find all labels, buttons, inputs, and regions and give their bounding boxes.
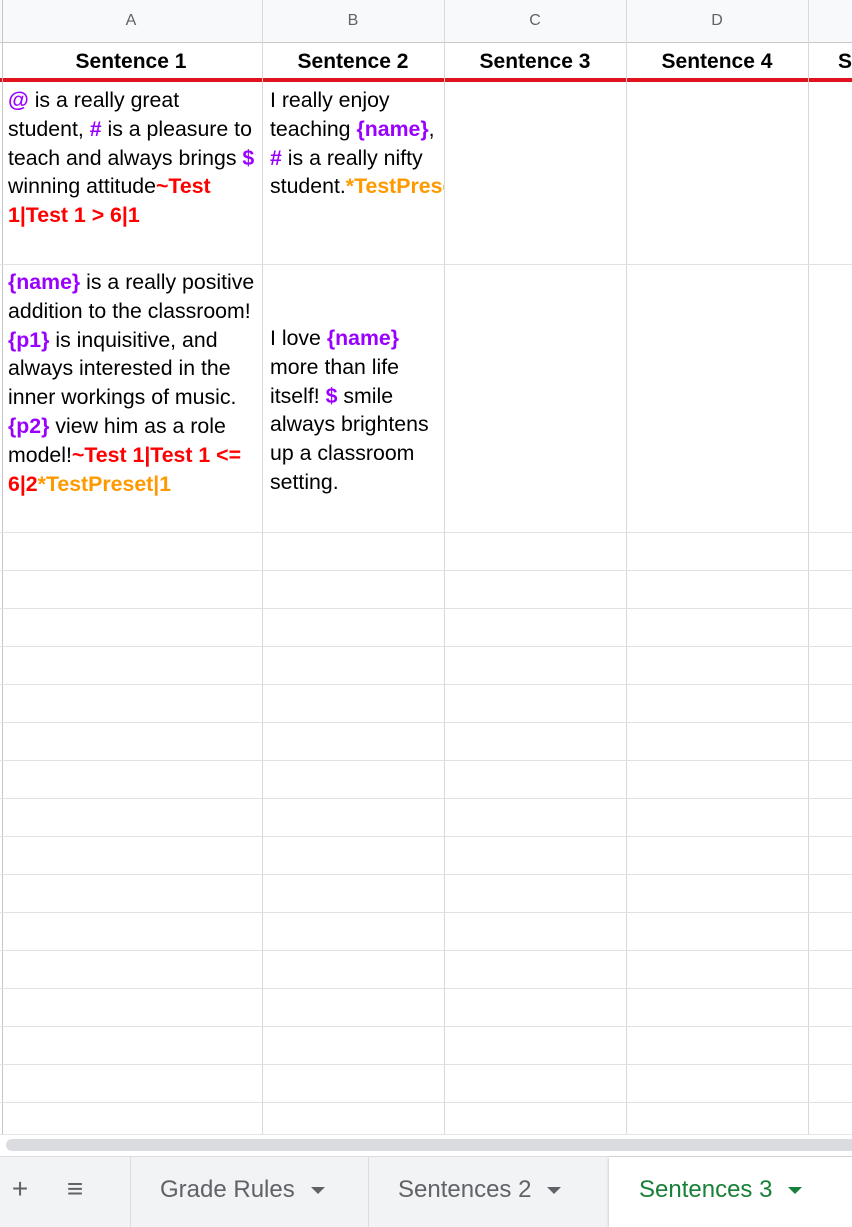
preset-token: *TestPreset|1 xyxy=(37,471,172,496)
column-header-b[interactable]: B xyxy=(262,0,444,42)
chevron-down-icon[interactable] xyxy=(788,1187,803,1195)
placeholder-token: # xyxy=(89,116,102,141)
row-gridline xyxy=(0,760,852,761)
sheet-list-icon: ≡ xyxy=(66,1173,84,1204)
column-gridline xyxy=(444,0,445,1134)
header-cell-sentence-2[interactable]: Sentence 2 xyxy=(262,43,444,79)
row-gridline xyxy=(0,988,852,989)
row-gridline xyxy=(0,874,852,875)
column-gridline xyxy=(626,0,627,1134)
tab-label: Sentences 2 xyxy=(398,1176,532,1203)
preset-token: *TestPreset|2 xyxy=(345,174,444,199)
row-gridline xyxy=(0,264,852,265)
cell-b3[interactable]: I love {name} more than life itself! $ s… xyxy=(262,324,444,530)
header-cell-sentence-5[interactable]: S xyxy=(808,43,852,79)
placeholder-token: $ xyxy=(242,145,255,170)
row-gridline xyxy=(0,950,852,951)
row-gridline xyxy=(0,722,852,723)
cell-text: winning attitude xyxy=(8,174,156,199)
placeholder-token: {p1} xyxy=(8,327,50,352)
all-sheets-button[interactable]: ≡ xyxy=(55,1169,95,1209)
column-header-c[interactable]: C xyxy=(444,0,626,42)
placeholder-token: # xyxy=(270,145,282,170)
row-gridline xyxy=(0,646,852,647)
column-header-a[interactable]: A xyxy=(0,0,262,42)
column-header-d[interactable]: D xyxy=(626,0,808,42)
plus-icon: + xyxy=(11,1173,29,1204)
row-gridline xyxy=(0,1102,852,1103)
header-cell-sentence-4[interactable]: Sentence 4 xyxy=(626,43,808,79)
row-gridline xyxy=(0,608,852,609)
row-gridline xyxy=(0,836,852,837)
row-gridline xyxy=(0,1026,852,1027)
tab-label: Grade Rules xyxy=(160,1176,295,1203)
header-cell-sentence-3[interactable]: Sentence 3 xyxy=(444,43,626,79)
row-header-edge xyxy=(2,0,3,1134)
row-gridline xyxy=(0,684,852,685)
sheet-tab-bar: + ≡ Grade Rules Sentences 2 Sentences 3 xyxy=(0,1156,852,1227)
cell-a3[interactable]: {name} is a really positive addition to … xyxy=(0,268,262,530)
column-gridline xyxy=(808,0,809,1134)
frozen-row-divider[interactable] xyxy=(0,78,852,82)
chevron-down-icon[interactable] xyxy=(310,1187,325,1195)
cell-text: , xyxy=(428,116,435,141)
placeholder-token: {name} xyxy=(356,116,429,141)
placeholder-token: @ xyxy=(8,88,29,112)
cell-text: I love xyxy=(270,326,327,350)
row-gridline xyxy=(0,912,852,913)
cell-a2[interactable]: @ is a really great student, # is a plea… xyxy=(0,86,262,264)
scrollbar-thumb[interactable] xyxy=(6,1139,852,1151)
tab-sentences-2[interactable]: Sentences 2 xyxy=(368,1157,608,1227)
row-gridline xyxy=(0,532,852,533)
row-gridline xyxy=(0,798,852,799)
column-header-e[interactable] xyxy=(808,0,852,42)
placeholder-token: $ xyxy=(325,383,338,408)
cell-b2[interactable]: I really enjoy teaching {name}, # is a r… xyxy=(262,86,444,264)
tab-label: Sentences 3 xyxy=(639,1176,773,1203)
column-gridline xyxy=(262,0,263,1134)
spreadsheet-grid[interactable]: A B C D Sentence 1 Sentence 2 Sentence 3… xyxy=(0,0,852,1134)
tab-sentences-3[interactable]: Sentences 3 xyxy=(609,1157,852,1227)
placeholder-token: {p2} xyxy=(8,413,50,438)
chevron-down-icon[interactable] xyxy=(547,1187,562,1195)
horizontal-scrollbar[interactable] xyxy=(0,1134,852,1157)
placeholder-token: {name} xyxy=(326,326,400,350)
header-cell-sentence-1[interactable]: Sentence 1 xyxy=(0,43,262,79)
row-gridline xyxy=(0,1064,852,1065)
add-sheet-button[interactable]: + xyxy=(0,1169,40,1209)
row-gridline xyxy=(0,570,852,571)
tab-grade-rules[interactable]: Grade Rules xyxy=(130,1157,368,1227)
placeholder-token: {name} xyxy=(8,270,81,294)
